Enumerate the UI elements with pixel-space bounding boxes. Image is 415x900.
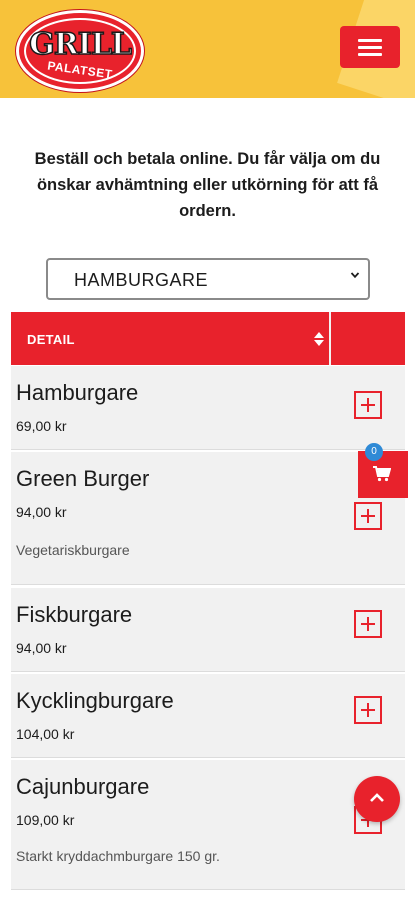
chevron-down-icon <box>350 272 360 279</box>
intro-text: Beställ och betala online. Du får välja … <box>34 150 381 220</box>
product-price: 94,00 kr <box>16 640 67 656</box>
cart-count-badge: 0 <box>365 443 383 461</box>
product-row: Green Burger 94,00 kr Vegetariskburgare <box>11 452 405 585</box>
product-row: Kycklingburgare 104,00 kr <box>11 674 405 758</box>
product-price: 69,00 kr <box>16 418 67 434</box>
product-row: Hamburgare 69,00 kr <box>11 366 405 450</box>
product-name: Fiskburgare <box>16 602 133 627</box>
product-row: Cajunburgare 109,00 kr Starkt kryddachmb… <box>11 760 405 890</box>
product-price: 104,00 kr <box>16 726 75 742</box>
shopping-cart-icon <box>373 466 391 482</box>
product-name: Hamburgare <box>16 380 139 405</box>
add-to-cart-button[interactable] <box>354 391 382 419</box>
category-select[interactable]: HAMBURGARE <box>46 258 370 300</box>
add-to-cart-button[interactable] <box>354 696 382 724</box>
product-price: 94,00 kr <box>16 504 67 520</box>
product-description: Starkt kryddachmburgare 150 gr. <box>16 848 220 864</box>
grillpalatset-logo[interactable]: GRILL PALATSET <box>16 10 144 92</box>
column-header-detail[interactable]: DETAIL <box>27 332 75 347</box>
chevron-up-icon <box>370 793 384 802</box>
add-to-cart-button[interactable] <box>354 502 382 530</box>
add-to-cart-button[interactable] <box>354 610 382 638</box>
product-name: Cajunburgare <box>16 774 150 799</box>
cart-button[interactable] <box>358 451 408 498</box>
product-description: Vegetariskburgare <box>16 542 130 558</box>
hamburger-menu-icon <box>358 39 382 60</box>
product-price: 109,00 kr <box>16 812 75 828</box>
table-header: DETAIL <box>11 312 405 365</box>
menu-button[interactable] <box>340 26 400 68</box>
product-name: Green Burger <box>16 466 150 491</box>
sort-icon[interactable] <box>314 332 324 346</box>
category-selected-value: HAMBURGARE <box>74 270 209 290</box>
logo-main-text: GRILL <box>28 26 132 63</box>
product-name: Kycklingburgare <box>16 688 174 713</box>
scroll-to-top-button[interactable] <box>354 776 400 822</box>
product-row: Fiskburgare 94,00 kr <box>11 588 405 672</box>
site-header: GRILL PALATSET <box>0 0 415 98</box>
column-divider <box>329 312 331 365</box>
